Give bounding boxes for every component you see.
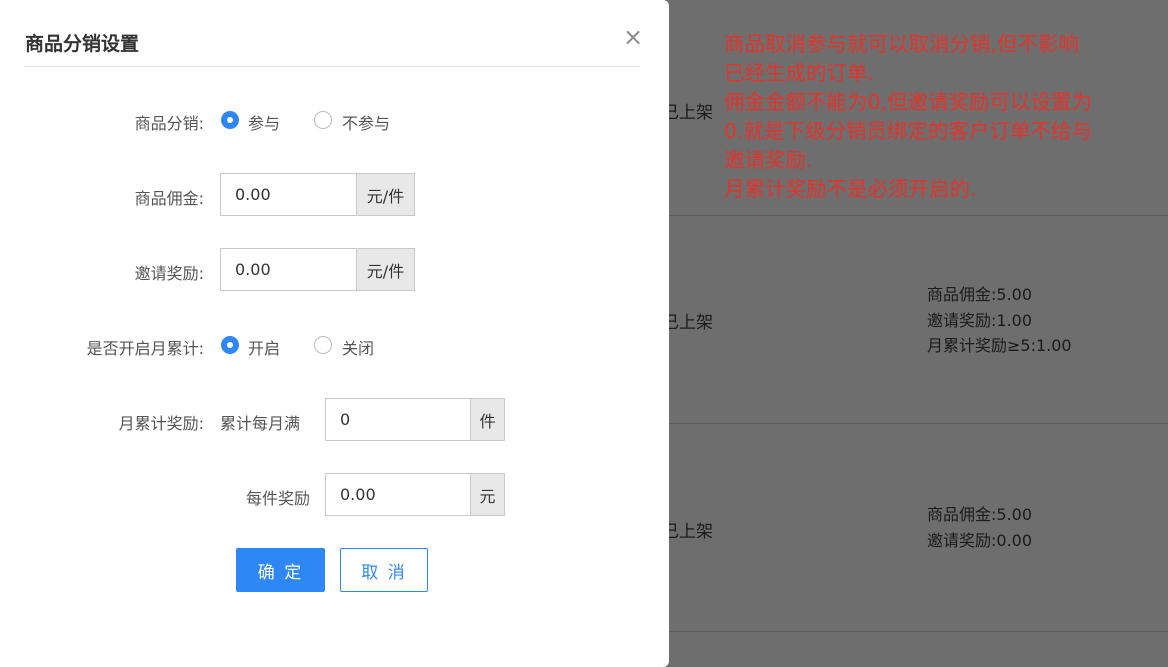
distribution-label: 商品分销: (134, 114, 204, 133)
cancel-button[interactable]: 取 消 (340, 548, 428, 592)
invite-reward-label: 邀请奖励: (134, 264, 204, 283)
radio-participate-label[interactable]: 参与 (248, 110, 280, 134)
dialog-title: 商品分销设置 (25, 33, 140, 55)
annotation-line: 邀请奖励. (724, 148, 813, 172)
monthly-reward-label: 月累计奖励: (118, 414, 204, 433)
radio-not-participate-label[interactable]: 不参与 (342, 110, 390, 134)
per-item-unit: 元 (471, 473, 505, 516)
commission-unit: 元/件 (357, 173, 415, 216)
annotation-line: 已经生成的订单. (724, 61, 875, 85)
radio-enable-label[interactable]: 开启 (248, 335, 280, 359)
detail-line: 月累计奖励≥5:1.00 (927, 336, 1072, 355)
invite-reward-input[interactable] (221, 249, 356, 290)
threshold-field[interactable] (325, 398, 471, 441)
per-item-input[interactable] (326, 474, 470, 515)
status-text: 已上架 (662, 103, 713, 123)
distribution-settings-dialog: 商品分销设置 × 商品分销: 参与 不参与 商品佣金: 元/件 邀请奖励: 元/… (0, 0, 669, 667)
annotation-line: 商品取消参与就可以取消分销,但不影响 (724, 32, 1080, 56)
threshold-prefix: 累计每月满 (220, 414, 301, 433)
confirm-button[interactable]: 确 定 (236, 548, 325, 592)
invite-reward-field[interactable] (220, 248, 357, 291)
status-text: 已上架 (662, 313, 713, 333)
radio-disable-label[interactable]: 关闭 (342, 335, 374, 359)
per-item-label: 每件奖励 (245, 489, 310, 508)
invite-reward-unit: 元/件 (357, 248, 415, 291)
annotation-line: 0.就是下级分销员绑定的客户订单不给与 (724, 119, 1093, 143)
commission-field[interactable] (220, 173, 357, 216)
annotation-line: 月累计奖励不是必须开启的. (724, 177, 977, 201)
detail-line: 邀请奖励:1.00 (927, 310, 1033, 330)
annotation-line: 佣金金额不能为0,但邀请奖励可以设置为 (724, 90, 1093, 114)
detail-line: 商品佣金:5.00 (927, 285, 1033, 304)
distribution-details: 商品佣金:5.00 邀请奖励:0.00 (927, 502, 1032, 553)
threshold-input[interactable] (326, 399, 470, 440)
detail-line: 邀请奖励:0.00 (927, 530, 1033, 550)
commission-label: 商品佣金: (134, 189, 204, 208)
radio-enable[interactable] (221, 336, 239, 354)
threshold-unit: 件 (471, 398, 505, 441)
detail-line: 商品佣金:5.00 (927, 505, 1033, 524)
distribution-details: 商品佣金:5.00 邀请奖励:1.00 月累计奖励≥5:1.00 (927, 282, 1072, 359)
radio-participate[interactable] (221, 111, 239, 129)
commission-input[interactable] (221, 174, 356, 215)
monthly-toggle-label: 是否开启月累计: (86, 339, 204, 358)
radio-not-participate[interactable] (314, 111, 332, 129)
per-item-field[interactable] (325, 473, 471, 516)
title-divider (24, 66, 640, 67)
annotation-note: 商品取消参与就可以取消分销,但不影响 已经生成的订单. 佣金金额不能为0,但邀请… (724, 30, 1164, 204)
radio-disable[interactable] (314, 336, 332, 354)
status-text: 已上架 (662, 522, 713, 542)
close-icon[interactable]: × (623, 23, 643, 51)
